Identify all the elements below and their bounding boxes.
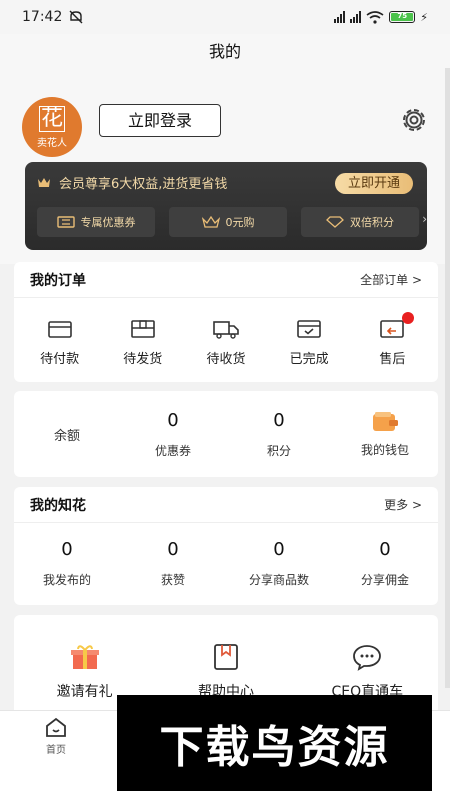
coupon-stat[interactable]: 0 优惠券 [125,410,221,459]
stat-value: 0 [379,538,391,560]
balance-item[interactable]: 余额 [19,425,115,444]
wallet-card: 余额 0 优惠券 0 积分 我的钱包 [14,391,438,477]
published-stat[interactable]: 0 我发布的 [19,539,115,588]
vip-slogan: 会员尊享6大权益,进货更省钱 [59,176,228,192]
stat-label: 分享商品数 [248,572,309,587]
more-link[interactable]: 更多 > [384,496,422,513]
zhihua-card: 我的知花 更多 > 0 我发布的 0 获赞 0 分享商品数 0 分享佣金 [14,487,438,605]
settings-gear-icon[interactable] [398,104,430,136]
vip-item-label: 0元购 [225,216,255,229]
stat-label: 我发布的 [42,572,91,587]
help-center[interactable]: 帮助中心 [166,643,286,701]
bookmark-icon [214,644,238,670]
ticket-icon [56,216,75,228]
signal-icon [334,11,346,23]
mute-icon [69,10,83,24]
points-count: 0 [273,409,285,431]
commission-stat[interactable]: 0 分享佣金 [337,539,433,588]
truck-icon [213,321,239,339]
gift-icon [70,645,99,669]
stat-label: 分享佣金 [360,572,409,587]
battery-level: 75 [391,13,414,21]
order-label: 售后 [379,352,406,367]
package-icon [130,320,155,338]
login-button[interactable]: 立即登录 [99,104,221,137]
watermark-overlay: 下载鸟资源 [117,695,432,791]
page-title: 我的 [208,42,241,61]
chevron-right-icon[interactable]: › [422,212,427,226]
chat-icon [353,645,382,671]
shared-goods-stat[interactable]: 0 分享商品数 [231,539,327,588]
order-pending-payment[interactable]: 待付款 [20,298,100,367]
diamond-icon [326,216,344,228]
order-label: 待发货 [123,352,163,367]
stat-value: 0 [167,538,179,560]
stat-label: 获赞 [160,572,185,587]
likes-stat[interactable]: 0 获赞 [125,539,221,588]
wallet-icon [373,411,398,431]
order-completed[interactable]: 已完成 [269,298,349,367]
order-after-sales[interactable]: 售后 [352,298,432,367]
vip-item-label: 专属优惠券 [80,216,136,229]
home-icon [46,717,66,737]
wifi-icon [366,10,384,24]
avatar-logo-text: 花 [39,105,65,132]
vip-open-button[interactable]: 立即开通 [335,173,413,194]
signal-icon [350,11,362,23]
crown-icon [38,178,50,187]
avatar-brand-text: 卖花人 [37,137,67,149]
invite-gift[interactable]: 邀请有礼 [25,643,145,701]
points-label: 积分 [266,443,291,458]
check-box-icon [297,320,321,338]
wallet-label: 我的钱包 [360,442,409,457]
orders-title: 我的订单 [30,272,86,289]
ceo-direct[interactable]: CEO直通车 [307,643,427,701]
avatar[interactable]: 花 卖花人 [22,97,82,157]
balance-label: 余额 [53,428,80,444]
tab-home[interactable]: 首页 [38,717,74,756]
vip-item-free[interactable]: 0元购 [169,207,287,237]
crown-icon [201,216,220,228]
orders-card: 我的订单 全部订单 > 待付款 待发货 待收货 已完成 售后 [14,262,438,382]
stat-value: 0 [61,538,73,560]
status-bar: 17:42 75 ⚡ [0,0,450,34]
coupon-label: 优惠券 [154,443,191,458]
vip-item-coupon[interactable]: 专属优惠券 [37,207,155,237]
scrollbar[interactable] [445,68,450,688]
coupon-count: 0 [167,409,179,431]
points-stat[interactable]: 0 积分 [231,410,327,459]
charging-icon: ⚡ [420,10,428,24]
order-label: 已完成 [289,352,329,367]
vip-item-points[interactable]: 双倍积分 [301,207,419,237]
return-icon [380,320,405,338]
order-label: 待付款 [40,352,80,367]
vip-item-label: 双倍积分 [350,216,394,229]
stat-value: 0 [273,538,285,560]
my-wallet[interactable]: 我的钱包 [337,411,433,458]
all-orders-link[interactable]: 全部订单 > [360,271,422,288]
card-icon [47,321,72,338]
vip-banner[interactable]: 会员尊享6大权益,进货更省钱 立即开通 专属优惠券 0元购 双倍积分 › [25,162,427,250]
order-pending-receipt[interactable]: 待收货 [186,298,266,367]
tool-label: 邀请有礼 [56,684,113,700]
order-pending-shipment[interactable]: 待发货 [103,298,183,367]
zhihua-title: 我的知花 [30,497,86,514]
order-label: 待收货 [206,352,246,367]
battery-icon: 75 [389,11,416,23]
notification-dot [402,312,415,324]
status-time: 17:42 [22,9,63,25]
tab-home-label: 首页 [46,745,66,756]
